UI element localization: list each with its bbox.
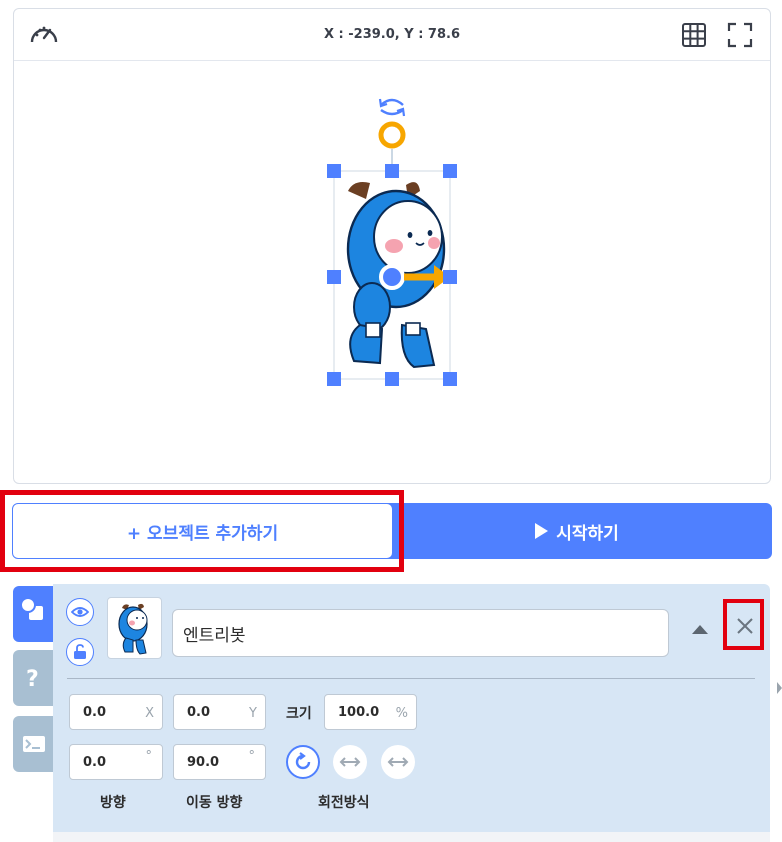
collapse-up-icon[interactable]	[692, 625, 708, 634]
direction-value: 0.0	[83, 755, 107, 770]
fullscreen-icon[interactable]	[726, 21, 754, 49]
rotation-knob[interactable]	[378, 121, 406, 149]
sprite-canvas[interactable]	[14, 61, 770, 483]
rotation-horizontal-button[interactable]	[333, 745, 367, 779]
x-value: 0.0	[83, 705, 107, 720]
y-unit: Y	[249, 706, 257, 721]
grid-icon[interactable]	[680, 21, 708, 49]
mouse-coordinates: X : -239.0, Y : 78.6	[324, 27, 460, 42]
rotation-method-label: 회전방식	[318, 795, 370, 811]
x-position-field[interactable]: 0.0 X	[69, 694, 163, 730]
size-label: 크기	[286, 706, 312, 722]
object-name-input[interactable]: 엔트리봇	[172, 609, 669, 657]
stage-toolbar: X : -239.0, Y : 78.6	[14, 9, 770, 61]
move-direction-label: 이동 방향	[186, 795, 243, 811]
y-position-field[interactable]: 0.0 Y	[173, 694, 266, 730]
panel-divider	[67, 678, 755, 679]
flip-horizontal-icon	[339, 757, 361, 767]
size-unit: %	[395, 706, 408, 721]
start-button[interactable]: 시작하기	[382, 503, 772, 559]
tab-help[interactable]: ?	[13, 650, 53, 706]
x-unit: X	[145, 706, 154, 721]
object-thumbnail[interactable]	[107, 597, 162, 659]
rotation-free-button[interactable]	[286, 745, 320, 779]
delete-highlight	[723, 599, 764, 650]
add-object-highlight	[0, 490, 404, 572]
svg-text:?: ?	[26, 667, 39, 692]
panel-scroll-indicator[interactable]	[777, 682, 782, 694]
stage-panel: X : -239.0, Y : 78.6	[13, 8, 771, 484]
y-value: 0.0	[187, 705, 211, 720]
center-handle[interactable]	[379, 264, 405, 290]
direction-label: 방향	[100, 795, 126, 811]
rotation-none-button[interactable]	[381, 745, 415, 779]
help-icon: ?	[26, 667, 39, 692]
tab-console[interactable]	[13, 716, 53, 772]
rotate-free-icon	[295, 752, 311, 770]
direction-degree: °	[145, 749, 153, 764]
eye-icon	[71, 607, 89, 617]
tab-object[interactable]	[13, 586, 53, 642]
object-name-value: 엔트리봇	[183, 625, 246, 646]
play-icon	[535, 523, 549, 539]
size-value: 100.0	[338, 705, 380, 720]
visibility-toggle[interactable]	[66, 598, 94, 626]
no-rotation-icon	[387, 757, 409, 767]
unlock-icon	[74, 644, 86, 659]
size-field[interactable]: 100.0 %	[324, 694, 417, 730]
rotate-handle-icon[interactable]	[378, 98, 406, 117]
start-button-label: 시작하기	[556, 523, 619, 544]
direction-field[interactable]: 0.0 °	[69, 744, 163, 780]
move-direction-value: 90.0	[187, 755, 220, 770]
move-direction-degree: °	[248, 749, 256, 764]
panel-footer	[53, 832, 770, 842]
console-icon	[23, 736, 45, 752]
lock-toggle[interactable]	[66, 638, 94, 666]
entrybot-thumbnail-icon	[118, 603, 148, 655]
object-tab-icon	[20, 597, 45, 622]
stage-canvas[interactable]	[14, 61, 770, 483]
move-direction-field[interactable]: 90.0 °	[173, 744, 266, 780]
